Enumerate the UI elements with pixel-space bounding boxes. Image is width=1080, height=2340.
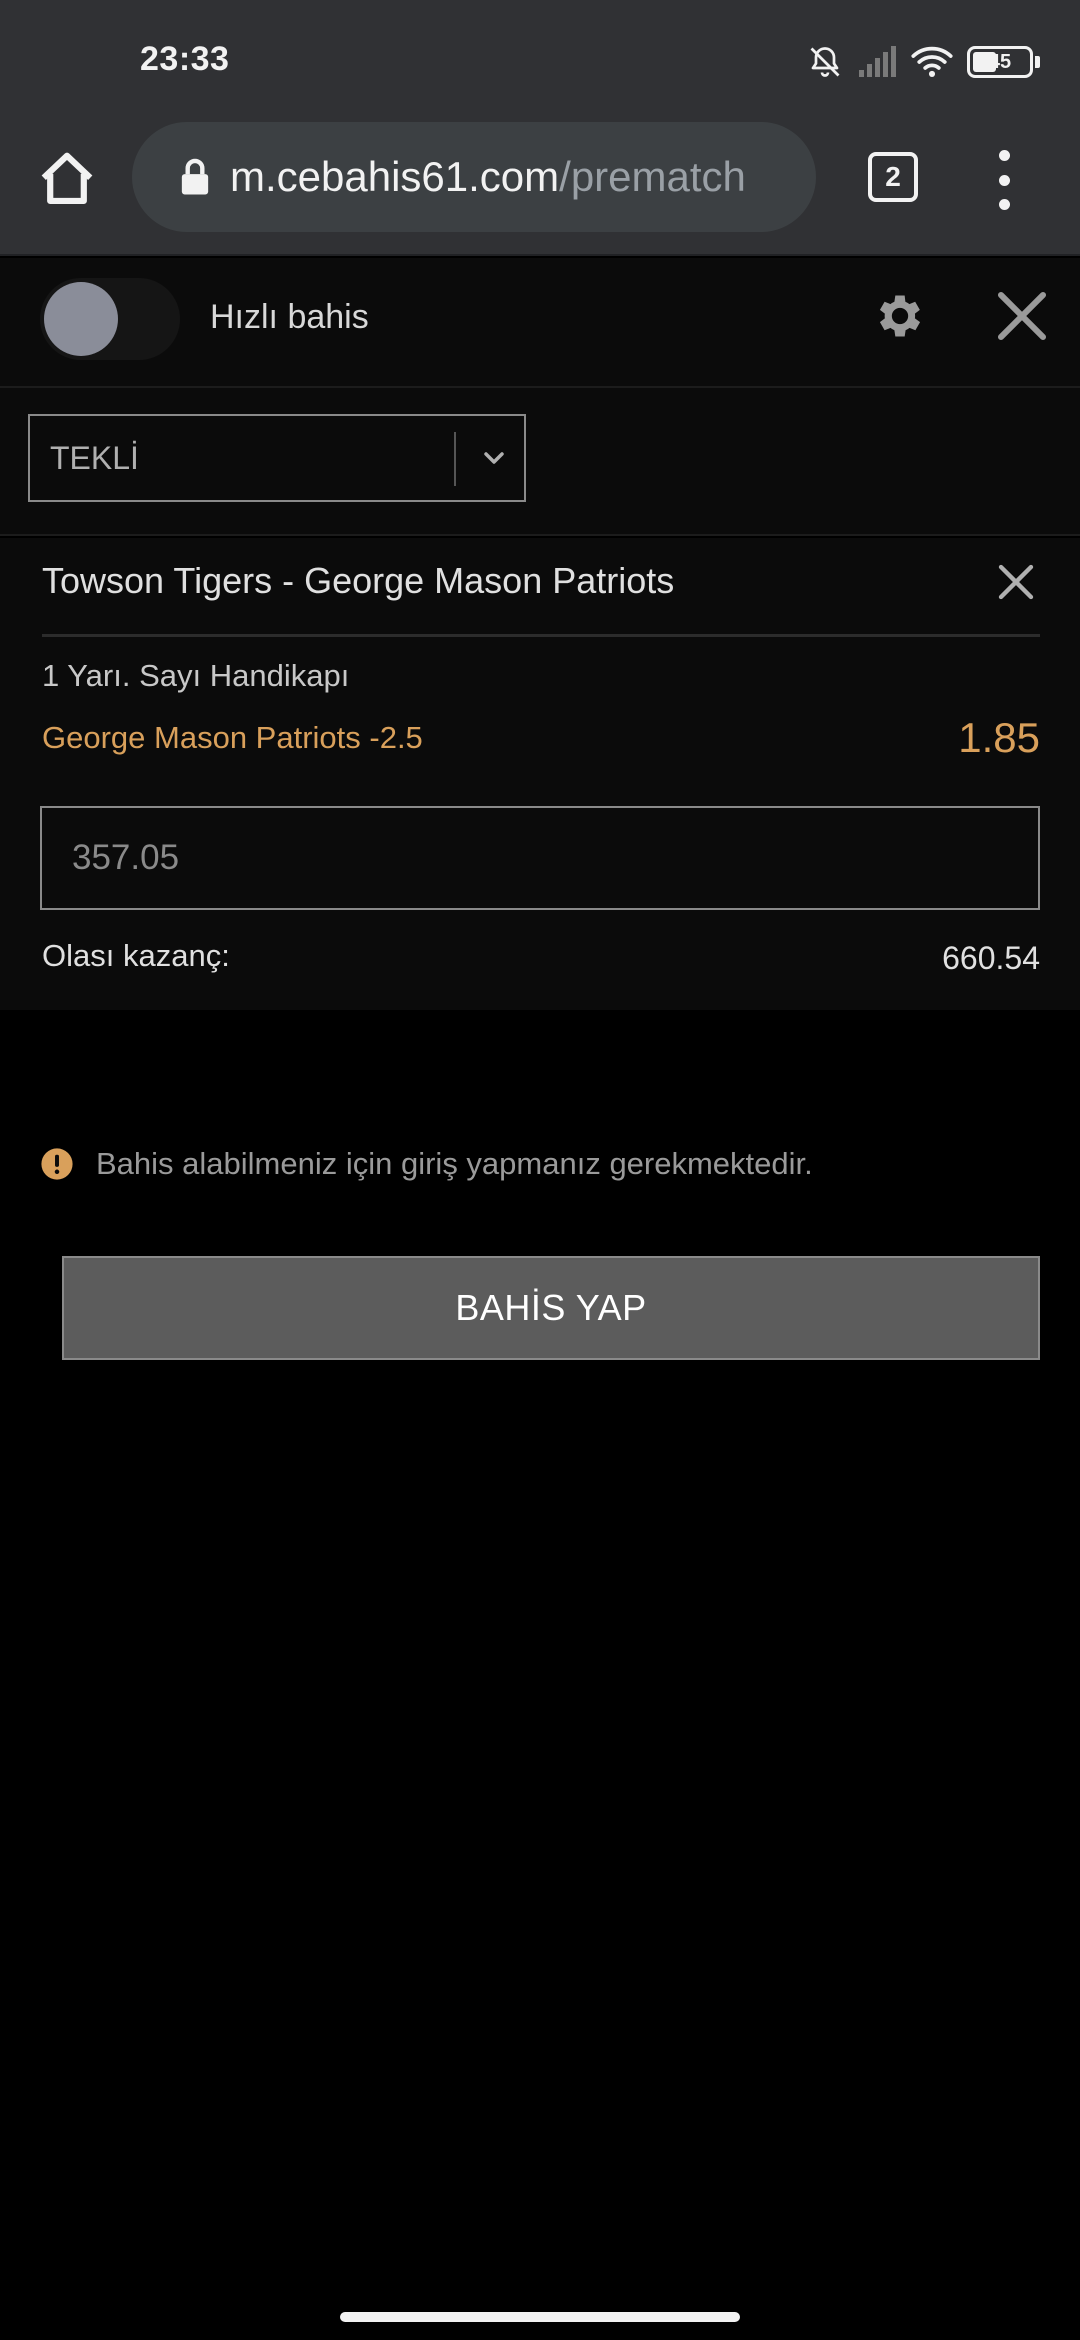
screen: 23:33 45 m.cebahis61.com/prematch 2 Hızl… bbox=[0, 0, 1080, 2340]
home-icon[interactable] bbox=[36, 148, 98, 210]
close-icon[interactable] bbox=[994, 288, 1050, 344]
stake-input[interactable] bbox=[40, 806, 1040, 910]
bet-type-value: TEKLİ bbox=[50, 440, 139, 476]
selection-name: George Mason Patriots -2.5 bbox=[42, 720, 423, 755]
exclamation-circle-icon bbox=[41, 1148, 73, 1180]
remove-bet-icon[interactable] bbox=[996, 562, 1036, 602]
more-vert-icon[interactable] bbox=[984, 150, 1024, 210]
betslip-header: Hızlı bahis bbox=[0, 258, 1080, 388]
battery-level: 45 bbox=[988, 50, 1012, 73]
toggle-knob bbox=[44, 282, 118, 356]
tabs-button[interactable]: 2 bbox=[868, 152, 918, 202]
status-time: 23:33 bbox=[140, 40, 230, 78]
quick-bet-toggle[interactable] bbox=[40, 278, 180, 360]
status-bar: 23:33 45 bbox=[0, 0, 1080, 122]
place-bet-button[interactable]: BAHİS YAP bbox=[62, 1256, 1040, 1360]
status-icons: 45 bbox=[807, 40, 1040, 84]
bell-off-icon bbox=[810, 47, 840, 77]
gear-icon[interactable] bbox=[872, 288, 928, 344]
bet-type-select[interactable]: TEKLİ bbox=[28, 414, 526, 502]
battery-tip bbox=[1035, 56, 1040, 68]
address-bar[interactable]: m.cebahis61.com/prematch bbox=[132, 122, 816, 232]
url-text: m.cebahis61.com/prematch bbox=[230, 153, 746, 201]
select-divider bbox=[454, 432, 456, 486]
match-title: Towson Tigers - George Mason Patriots bbox=[42, 560, 675, 601]
lock-icon bbox=[181, 158, 209, 195]
tab-count: 2 bbox=[885, 161, 901, 192]
login-warning: Bahis alabilmeniz için giriş yapmanız ge… bbox=[40, 1144, 813, 1184]
odds-value: 1.85 bbox=[958, 714, 1040, 761]
chevron-down-icon bbox=[484, 452, 504, 464]
bet-card: Towson Tigers - George Mason Patriots 1 … bbox=[0, 538, 1080, 1010]
warning-text: Bahis alabilmeniz için giriş yapmanız ge… bbox=[96, 1146, 813, 1181]
card-divider bbox=[42, 634, 1040, 637]
quick-bet-label: Hızlı bahis bbox=[210, 298, 369, 336]
browser-toolbar: m.cebahis61.com/prematch 2 bbox=[0, 122, 1080, 256]
possible-win-value: 660.54 bbox=[942, 940, 1040, 976]
possible-win-label: Olası kazanç: bbox=[42, 938, 230, 973]
url-host: m.cebahis61.com bbox=[230, 153, 560, 200]
battery-icon: 45 bbox=[967, 46, 1033, 78]
bet-type-row: TEKLİ bbox=[0, 388, 1080, 536]
wifi-icon bbox=[911, 46, 953, 77]
gesture-home-bar[interactable] bbox=[340, 2312, 740, 2322]
signal-icon bbox=[859, 46, 896, 77]
market-name: 1 Yarı. Sayı Handikapı bbox=[42, 658, 350, 693]
url-path: /prematch bbox=[559, 153, 746, 200]
